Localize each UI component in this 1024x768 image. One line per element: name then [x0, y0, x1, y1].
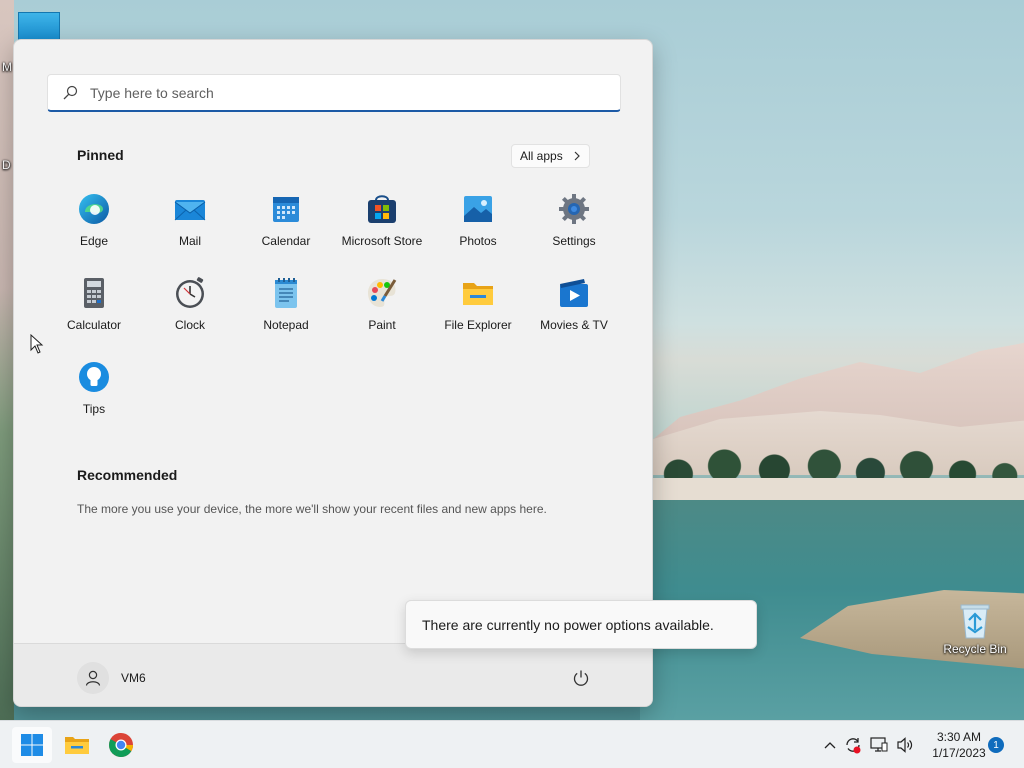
pinned-app-calculator[interactable]: Calculator [46, 272, 142, 356]
pinned-app-label: Edge [79, 234, 109, 248]
pinned-app-notepad[interactable]: Notepad [238, 272, 334, 356]
pinned-app-label: Mail [178, 234, 201, 248]
recycle-bin-label: Recycle Bin [943, 642, 1007, 656]
pinned-app-paint[interactable]: Paint [334, 272, 430, 356]
taskbar: 3:30 AM 1/17/2023 1 [0, 720, 1024, 768]
chrome-icon [108, 733, 133, 758]
network-icon [870, 737, 888, 752]
folder-icon [65, 737, 89, 754]
wallpaper-shore [640, 478, 1024, 500]
pinned-app-clock[interactable]: Clock [142, 272, 238, 356]
pinned-app-label: Calculator [66, 318, 122, 332]
power-options-tooltip: There are currently no power options ava… [405, 600, 757, 649]
windows-icon [21, 734, 43, 756]
tips-icon [79, 362, 109, 392]
avatar [77, 662, 109, 694]
user-account-button[interactable]: VM6 [77, 662, 146, 694]
system-tray [820, 721, 918, 768]
desktop-icon-m-label: M [2, 60, 12, 74]
recommended-empty-text: The more you use your device, the more w… [77, 502, 547, 516]
sync-icon [846, 738, 861, 754]
edge-icon [79, 194, 109, 224]
user-icon [85, 670, 101, 686]
pinned-app-label: Photos [459, 234, 497, 248]
paint-icon [368, 279, 397, 307]
start-button[interactable] [12, 727, 52, 763]
generic-icon [18, 12, 60, 40]
search-icon [63, 85, 78, 99]
all-apps-label: All apps [520, 149, 563, 163]
all-apps-button[interactable]: All apps [511, 144, 590, 168]
pinned-app-label: Notepad [263, 318, 309, 332]
pinned-app-label: Settings [552, 234, 596, 248]
desktop-icon-d-label: D [2, 158, 11, 172]
pinned-app-label: Calendar [261, 234, 311, 248]
volume-button[interactable] [892, 721, 918, 768]
pinned-app-label: Microsoft Store [341, 234, 423, 248]
calendar-icon [273, 197, 299, 222]
pinned-app-microsoft-store[interactable]: Microsoft Store [334, 188, 430, 272]
recycle-bin-icon [960, 604, 990, 639]
user-name: VM6 [121, 671, 146, 685]
power-button[interactable] [569, 666, 593, 690]
clock-time: 3:30 AM [936, 730, 982, 744]
start-menu-footer: VM6 [14, 643, 652, 706]
chevron-up-icon [824, 742, 836, 749]
pinned-app-settings[interactable]: Settings [526, 188, 622, 272]
taskbar-chrome[interactable] [101, 727, 141, 763]
gear-icon [559, 194, 589, 224]
pinned-app-edge[interactable]: Edge [46, 188, 142, 272]
search-input[interactable] [90, 84, 590, 101]
photos-icon [464, 196, 492, 222]
store-icon [368, 195, 396, 223]
pinned-title: Pinned [77, 147, 124, 163]
mail-icon [174, 200, 206, 221]
pinned-app-mail[interactable]: Mail [142, 188, 238, 272]
movies-icon [560, 279, 588, 307]
desktop-icon-m[interactable] [18, 12, 60, 40]
pinned-app-movies-tv[interactable]: Movies & TV [526, 272, 622, 356]
pinned-app-label: Movies & TV [540, 318, 608, 332]
taskbar-clock[interactable]: 3:30 AM 1/17/2023 [924, 729, 994, 761]
sync-status-button[interactable] [840, 721, 866, 768]
show-hidden-icons-button[interactable] [820, 721, 840, 768]
search-box[interactable] [47, 74, 621, 112]
clock-icon [176, 277, 204, 308]
calculator-icon [84, 278, 104, 308]
pinned-app-label: File Explorer [444, 318, 512, 332]
network-button[interactable] [866, 721, 892, 768]
pinned-app-label: Tips [82, 402, 106, 416]
power-icon [573, 670, 589, 686]
pinned-apps-grid: Edge Mail Calendar Microsoft Store Photo… [46, 188, 622, 440]
pinned-app-label: Paint [368, 318, 396, 332]
volume-icon [897, 737, 913, 753]
wallpaper-left-strip [0, 0, 14, 720]
taskbar-file-explorer[interactable] [57, 727, 97, 763]
folder-icon [463, 283, 493, 305]
chevron-right-icon [574, 151, 580, 161]
clock-date: 1/17/2023 [932, 746, 986, 760]
desktop-icon-recycle-bin[interactable]: Recycle Bin [942, 600, 1008, 656]
pinned-app-tips[interactable]: Tips [46, 356, 142, 440]
recommended-title: Recommended [77, 467, 178, 483]
pinned-app-label: Clock [174, 318, 205, 332]
pinned-app-photos[interactable]: Photos [430, 188, 526, 272]
mouse-cursor-icon [30, 334, 44, 354]
notification-badge[interactable]: 1 [988, 737, 1004, 753]
notepad-icon [275, 278, 297, 308]
pinned-app-calendar[interactable]: Calendar [238, 188, 334, 272]
pinned-app-file-explorer[interactable]: File Explorer [430, 272, 526, 356]
